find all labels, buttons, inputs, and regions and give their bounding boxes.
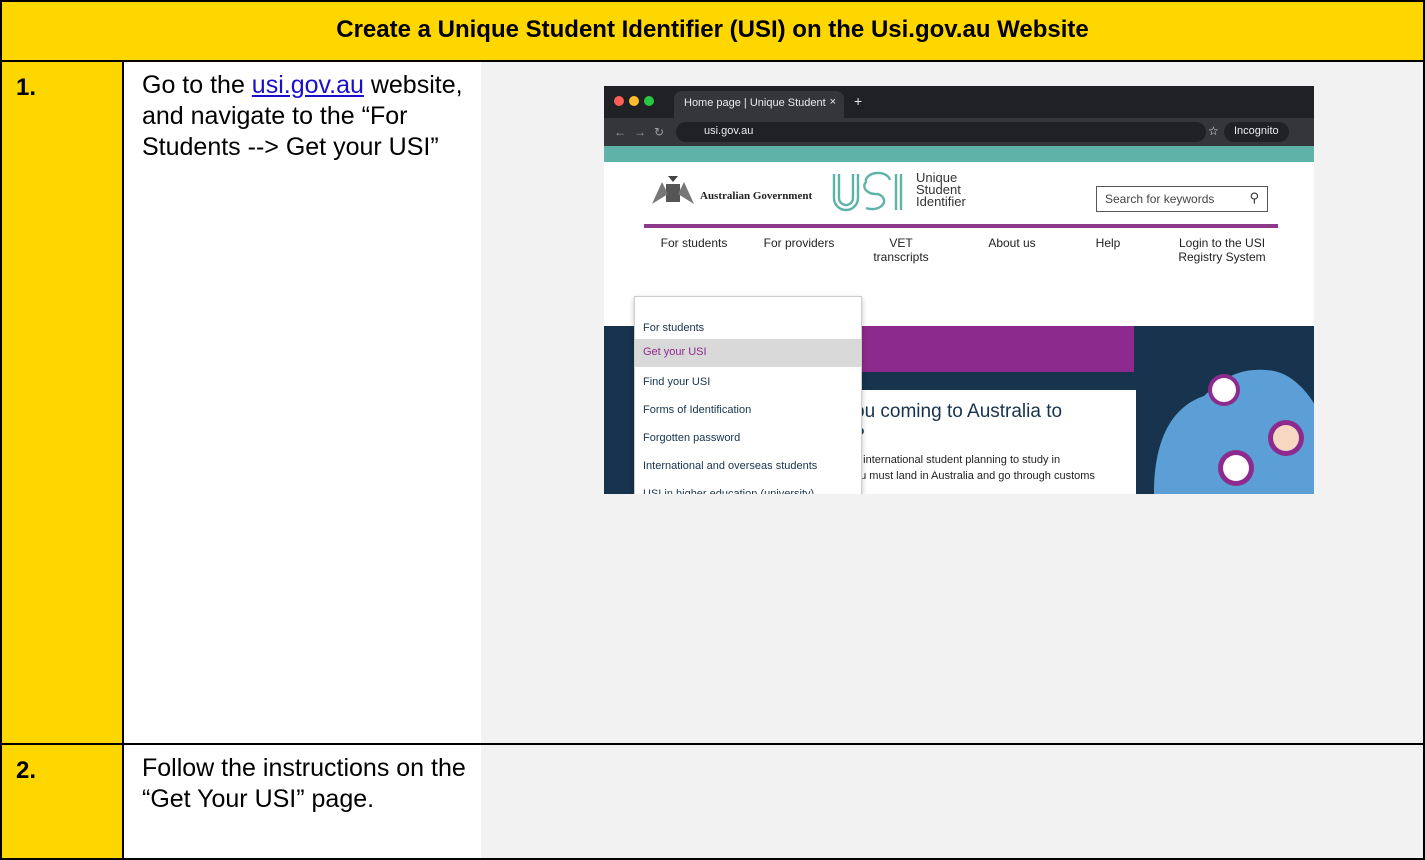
- hero-body-line: ou must land in Australia and go through…: [854, 470, 1095, 482]
- browser-tab: Home page | Unique Student ×: [674, 91, 844, 118]
- browser-address-bar: ← → ↻ usi.gov.au ☆ Incognito: [604, 118, 1314, 146]
- government-name: Australian Government: [700, 190, 813, 202]
- hero-heading-line: ou coming to Australia to: [854, 401, 1063, 422]
- site-header: Australian Government Unique Student Ide…: [604, 162, 1314, 294]
- dropdown-item-get-your-usi: Get your USI: [635, 339, 861, 367]
- usi-website-link[interactable]: usi.gov.au: [252, 71, 364, 99]
- site-search-input: Search for keywords ⚲: [1096, 186, 1268, 212]
- browser-tab-bar: Home page | Unique Student × +: [604, 86, 1314, 118]
- back-icon: ←: [614, 125, 626, 139]
- nav-vet-transcripts: VET transcripts: [873, 236, 929, 264]
- government-crest-icon: [652, 176, 694, 204]
- bookmark-star-icon: ☆: [1208, 124, 1219, 138]
- dropdown-item: International and overseas students: [643, 460, 818, 472]
- header-divider: [644, 224, 1278, 228]
- dropdown-item: Forgotten password: [643, 432, 741, 444]
- nav-login-registry: Login to the USI Registry System: [1178, 236, 1266, 264]
- step-instruction-cell: Go to the usi.gov.au website, and naviga…: [122, 60, 483, 745]
- step-text-part: Go to the: [142, 71, 252, 99]
- dropdown-item: USI in higher education (university): [643, 488, 815, 494]
- site-top-strip: [604, 146, 1314, 162]
- search-placeholder: Search for keywords: [1105, 192, 1215, 206]
- usi-website-screenshot: Home page | Unique Student × + ← → ↻ usi.…: [604, 86, 1314, 494]
- dropdown-item: Find your USI: [643, 376, 711, 388]
- nav-for-students: For students: [660, 236, 728, 250]
- dropdown-item: Forms of Identification: [643, 404, 752, 416]
- nav-for-providers: For providers: [763, 236, 835, 250]
- incognito-label: Incognito: [1234, 125, 1279, 137]
- maximize-window-icon: [644, 96, 654, 106]
- hero-heading-line: ?: [854, 424, 1062, 448]
- step-number-cell: 2.: [0, 743, 124, 860]
- hero-body-line: n international student planning to stud…: [854, 454, 1061, 466]
- browser-tab-title: Home page | Unique Student: [684, 97, 826, 109]
- url-text: usi.gov.au: [704, 125, 754, 137]
- instruction-table: Create a Unique Student Identifier (USI)…: [0, 0, 1425, 860]
- document-title: Create a Unique Student Identifier (USI)…: [336, 16, 1089, 43]
- new-tab-icon: +: [854, 93, 863, 109]
- hero-accent: [834, 326, 1134, 372]
- step-number: 2.: [16, 757, 37, 784]
- minimize-window-icon: [629, 96, 639, 106]
- step-instruction: Follow the instructions on the “Get Your…: [142, 754, 466, 813]
- step-image-cell: [481, 743, 1425, 860]
- australia-map-icon: [1154, 369, 1314, 494]
- search-icon: ⚲: [1249, 190, 1259, 205]
- usi-logo-icon: [832, 171, 903, 212]
- reload-icon: ↻: [654, 125, 665, 139]
- hero-card: ou coming to Australia to ? n internatio…: [844, 390, 1136, 494]
- forward-icon: →: [634, 125, 646, 139]
- hero-body: n international student planning to stud…: [854, 452, 1095, 484]
- step-instruction-cell: Follow the instructions on the “Get Your…: [122, 743, 483, 860]
- nav-help: Help: [1095, 236, 1121, 250]
- nav-about-us: About us: [988, 236, 1036, 250]
- tab-close-icon: ×: [829, 96, 836, 108]
- step-instruction: Go to the usi.gov.au website, and naviga…: [142, 70, 472, 163]
- step-number: 1.: [16, 74, 37, 101]
- table-header: Create a Unique Student Identifier (USI)…: [0, 0, 1425, 62]
- close-window-icon: [614, 96, 624, 106]
- incognito-badge: Incognito: [1224, 122, 1289, 142]
- usi-word: Identifier: [916, 194, 966, 209]
- step-number-cell: 1.: [0, 60, 124, 745]
- hero-heading: ou coming to Australia to ?: [854, 400, 1062, 448]
- url-field: usi.gov.au: [676, 122, 1206, 142]
- for-students-dropdown: For students Get your USI Find your USI …: [634, 296, 862, 494]
- usi-wordmark: Unique Student Identifier: [916, 171, 966, 209]
